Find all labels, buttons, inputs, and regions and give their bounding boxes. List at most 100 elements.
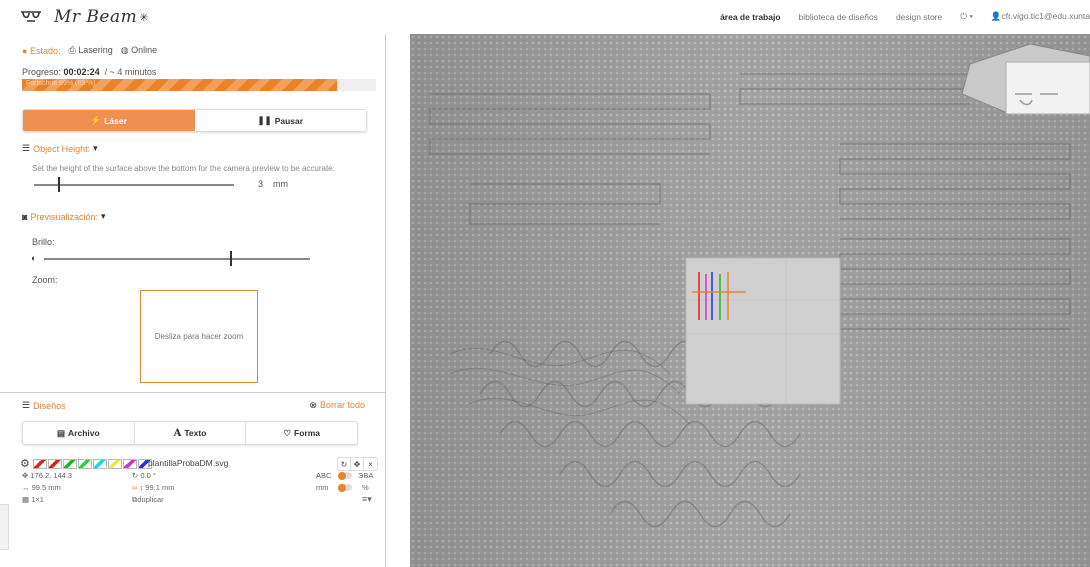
laser-button[interactable]: ⚡ Láser	[23, 110, 195, 131]
abc-label: ABC	[316, 471, 332, 480]
pause-button[interactable]: ❚❚ Pausar	[194, 110, 366, 131]
list-icon: ☰	[22, 400, 31, 410]
glasses-logo-icon	[21, 11, 41, 22]
camera-icon: ◙	[22, 211, 28, 222]
width-value[interactable]: ↔ 99.5 mm	[22, 483, 61, 492]
brightness-icon: ◐	[31, 253, 37, 263]
object-height-toggle[interactable]: ☰ Object Height: ▾	[22, 143, 98, 154]
object-height-title: Object Height:	[33, 143, 91, 154]
clear-all-button[interactable]: ⊗ Borrar todo	[309, 400, 365, 411]
move-icon[interactable]: ✥	[351, 458, 364, 470]
move-arrows-icon: ✥	[22, 471, 29, 480]
unit-toggle[interactable]	[338, 483, 352, 492]
status-label: ● Estado:	[22, 45, 61, 56]
design-filename: plantillaProbaDM.svg	[148, 458, 229, 468]
caret-down-icon: ▾	[93, 143, 98, 153]
user-icon: 👤	[990, 11, 1002, 21]
object-height-help: Set the height of the surface above the …	[32, 164, 335, 173]
power-menu[interactable]: ⏻ ▾	[960, 11, 973, 22]
height-arrows-icon: ↕	[139, 483, 144, 492]
status-line: ● Estado: ⎙ Lasering ◍ Online	[22, 45, 157, 56]
times-circle-icon: ⊗	[309, 400, 317, 410]
color-swatch[interactable]	[92, 458, 107, 469]
font-icon: A	[173, 427, 182, 439]
divider	[0, 392, 385, 393]
progress-bar: Fortschritt 89% (89 %)	[22, 79, 376, 91]
designs-title: Diseños	[33, 400, 66, 411]
caps-label: ЭBA	[358, 471, 374, 480]
camera-preview[interactable]	[410, 34, 1090, 567]
designs-header: ☰ Diseños	[22, 400, 66, 411]
object-height-slider[interactable]	[34, 184, 234, 186]
add-design-tabs: ▤ Archivo A Texto ♡ Forma	[22, 421, 358, 445]
power-icon: ⏻	[960, 11, 967, 21]
printer-icon: ⎙	[68, 45, 76, 55]
job-controls: ⚡ Láser ❚❚ Pausar	[22, 109, 367, 132]
grid-icon: ▦	[22, 495, 30, 504]
tab-file[interactable]: ▤ Archivo	[23, 422, 135, 444]
color-swatch[interactable]	[107, 458, 122, 469]
pause-icon: ❚❚	[257, 115, 272, 125]
brightness-slider[interactable]	[44, 258, 310, 260]
status-connection: ◍ Online	[120, 45, 158, 55]
color-swatches: ⚙	[20, 457, 152, 470]
rotation-value[interactable]: ↻ 0.0 °	[132, 471, 156, 480]
main-nav: área de trabajo biblioteca de diseños de…	[720, 11, 1090, 22]
heart-icon: ♡	[283, 427, 291, 438]
brightness-label: Brillo:	[32, 237, 55, 247]
position-value[interactable]: ✥ 176.2, 144.3	[22, 471, 72, 480]
nav-workspace[interactable]: área de trabajo	[720, 12, 780, 22]
progress-bar-text: Fortschritt 89% (89 %)	[26, 80, 96, 87]
progress-remaining: / ~ 4 minutos	[104, 67, 157, 77]
info-icon: ●	[22, 45, 28, 56]
mr-beam-logo[interactable]: Mr Beam ✳	[20, 5, 148, 29]
progress-label: Progreso: 00:02:24 / ~ 4 minutos	[22, 67, 157, 77]
color-swatch[interactable]	[47, 458, 62, 469]
progress-elapsed: 00:02:24	[63, 67, 100, 77]
list-icon: ☰	[22, 143, 31, 153]
file-icon: ▤	[56, 427, 66, 438]
caret-down-icon: ▾	[100, 211, 106, 221]
workspace-image	[410, 34, 1090, 567]
zoom-label: Zoom:	[32, 275, 58, 285]
width-arrows-icon: ↔	[22, 483, 30, 492]
height-value[interactable]: ∞ ↕ 99.1 mm	[132, 483, 174, 492]
preview-toggle[interactable]: ◙ Previsualización: ▾	[22, 211, 106, 222]
zoom-hint: Desliza para hacer zoom	[154, 332, 244, 341]
left-panel: ● Estado: ⎙ Lasering ◍ Online Progreso: …	[0, 34, 386, 567]
nav-design-store[interactable]: design store	[896, 12, 942, 22]
rotate-icon: ↻	[132, 471, 139, 480]
side-handle[interactable]	[0, 504, 9, 550]
nav-design-library[interactable]: biblioteca de diseños	[799, 12, 878, 22]
object-height-slider-handle[interactable]	[58, 177, 60, 192]
tab-shape[interactable]: ♡ Forma	[246, 422, 357, 444]
grid-value[interactable]: ▦ 1×1	[22, 495, 44, 504]
color-swatch[interactable]	[62, 458, 77, 469]
laser-star-icon: ✳	[139, 11, 149, 24]
duplicate-button[interactable]: ⧉duplicar	[132, 495, 164, 505]
logo-text: Mr Beam	[54, 7, 138, 27]
close-icon[interactable]: ×	[364, 458, 377, 470]
percent-label: %	[362, 483, 369, 492]
globe-icon: ◍	[120, 45, 129, 55]
design-item[interactable]: ⚙ plantillaProbaDM.svg ↻ ✥ × ✥ 176.2, 14…	[20, 457, 378, 513]
mm-label: mm	[316, 483, 329, 492]
brightness-slider-handle[interactable]	[230, 251, 233, 266]
color-swatch[interactable]	[122, 458, 137, 469]
more-menu-icon[interactable]: ≡▾	[362, 494, 372, 505]
color-swatch[interactable]	[77, 458, 92, 469]
color-swatch[interactable]	[32, 458, 47, 469]
laser-icon: ⚡	[90, 115, 102, 125]
mirror-toggle[interactable]	[338, 471, 352, 480]
rotate-icon[interactable]: ↻	[338, 458, 351, 470]
top-navigation: Mr Beam ✳ área de trabajo biblioteca de …	[0, 0, 1090, 34]
design-item-actions: ↻ ✥ ×	[337, 457, 378, 471]
link-icon: ∞	[132, 483, 138, 492]
user-menu[interactable]: 👤cfr.vigo.tic1@edu.xunta	[991, 11, 1090, 22]
status-state: ⎙ Lasering	[68, 45, 113, 55]
zoom-area[interactable]: Desliza para hacer zoom	[140, 290, 258, 383]
tab-text[interactable]: A Texto	[135, 422, 247, 444]
engrave-settings-icon[interactable]: ⚙	[20, 457, 30, 470]
object-height-value: 3 mm	[258, 179, 289, 189]
preview-title: Previsualización:	[30, 211, 98, 222]
